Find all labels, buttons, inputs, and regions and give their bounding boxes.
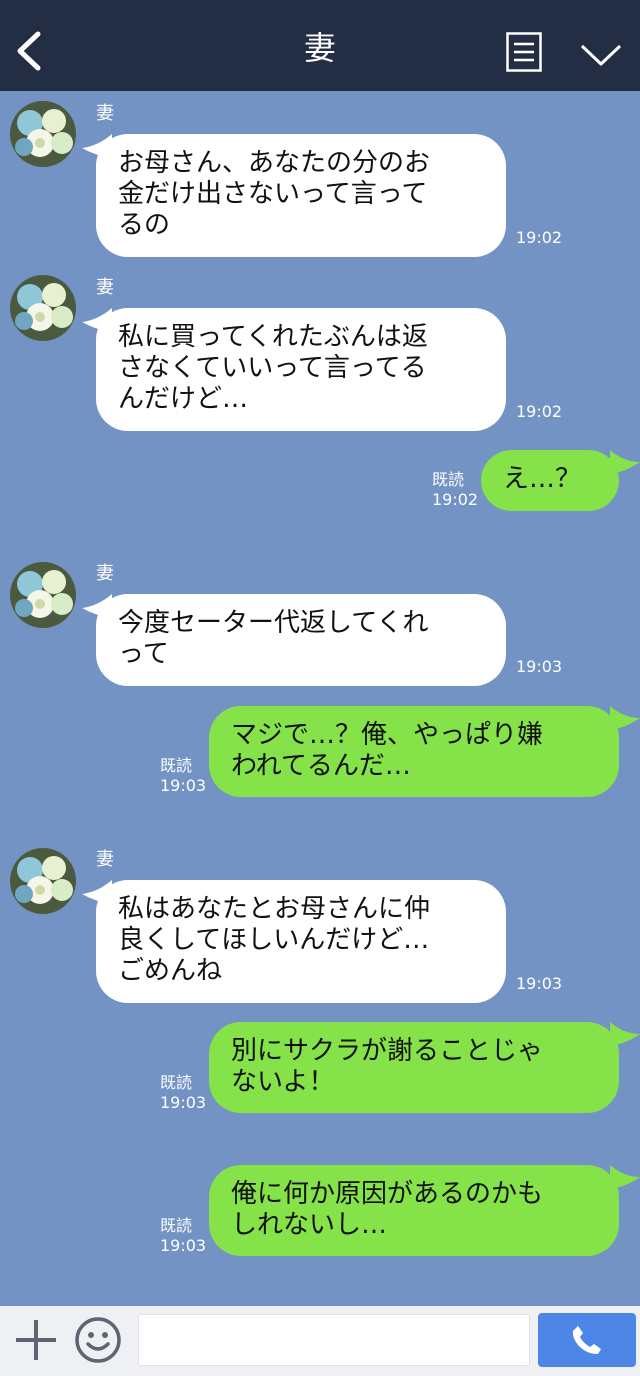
message-line: 私に買ってくれたぶんは返 [118, 322, 428, 352]
message-line: え…？ [503, 464, 582, 494]
message-bubble[interactable]: お母さん、あなたの分のお 金だけ出さないって言って るの [96, 134, 506, 257]
message-line: ないよ！ [231, 1067, 335, 1097]
message-line: 金だけ出さないって言って [118, 179, 428, 209]
message-line: んだけど… [118, 384, 249, 414]
message-input[interactable] [138, 1314, 530, 1366]
chevron-down-icon[interactable] [580, 42, 622, 68]
sender-name: 妻 [96, 103, 114, 124]
message-line: るの [118, 210, 171, 240]
message-line: ごめんね [118, 956, 223, 986]
message-time: 19:02 [516, 228, 563, 247]
message-line: われてるんだ… [231, 751, 411, 781]
call-button[interactable] [538, 1313, 636, 1367]
message-line: 今度セーター代返してくれ [118, 608, 429, 638]
sender-name: 妻 [96, 563, 114, 584]
menu-icon[interactable] [506, 32, 542, 72]
message-line: マジで…？俺、やっぱり嫌 [231, 720, 544, 750]
message-bubble[interactable]: マジで…？俺、やっぱり嫌 われてるんだ… [209, 706, 619, 797]
message-time: 19:02 [432, 490, 479, 509]
rose-avatar-image [10, 562, 76, 628]
message-line: 俺に何か原因があるのかも [231, 1179, 544, 1209]
sender-name: 妻 [96, 849, 114, 870]
message-bubble[interactable]: 私はあなたとお母さんに仲 良くしてほしいんだけど… ごめんね [96, 880, 506, 1003]
avatar[interactable] [10, 848, 76, 914]
message-time: 19:03 [160, 1093, 207, 1112]
message-bubble[interactable]: え…？ [481, 450, 619, 511]
message-time: 19:03 [516, 657, 563, 676]
sender-name: 妻 [96, 277, 114, 298]
read-receipt: 既読 [160, 756, 193, 775]
chat-header: 妻 [0, 0, 640, 91]
avatar[interactable] [10, 275, 76, 341]
phone-icon [572, 1326, 601, 1354]
message-line: しれないし… [231, 1210, 388, 1240]
avatar[interactable] [10, 101, 76, 167]
read-receipt: 既読 [432, 470, 465, 489]
read-receipt: 既読 [160, 1216, 193, 1235]
message-time: 19:02 [516, 402, 563, 421]
message-line: 良くしてほしいんだけど… [118, 925, 430, 955]
message-line: お母さん、あなたの分のお [118, 148, 431, 178]
rose-avatar-image [10, 275, 76, 341]
message-bubble[interactable]: 別にサクラが謝ることじゃ ないよ！ [209, 1022, 619, 1113]
message-time: 19:03 [516, 974, 563, 993]
message-line: さなくていいって言ってる [118, 353, 427, 383]
chat-title: 妻 [303, 29, 336, 67]
message-time: 19:03 [160, 1236, 207, 1255]
avatar[interactable] [10, 562, 76, 628]
plus-icon[interactable] [14, 1318, 58, 1362]
message-bubble[interactable]: 俺に何か原因があるのかも しれないし… [209, 1165, 619, 1256]
message-line: って [118, 639, 169, 669]
emoji-icon[interactable] [74, 1316, 122, 1364]
message-time: 19:03 [160, 776, 207, 795]
rose-avatar-image [10, 848, 76, 914]
message-bubble[interactable]: 今度セーター代返してくれ って [96, 594, 506, 686]
message-line: 別にサクラが謝ることじゃ [231, 1036, 544, 1066]
message-line: 私はあなたとお母さんに仲 [118, 894, 431, 924]
rose-avatar-image [10, 101, 76, 167]
read-receipt: 既読 [160, 1073, 193, 1092]
message-bubble[interactable]: 私に買ってくれたぶんは返 さなくていいって言ってる んだけど… [96, 308, 506, 431]
